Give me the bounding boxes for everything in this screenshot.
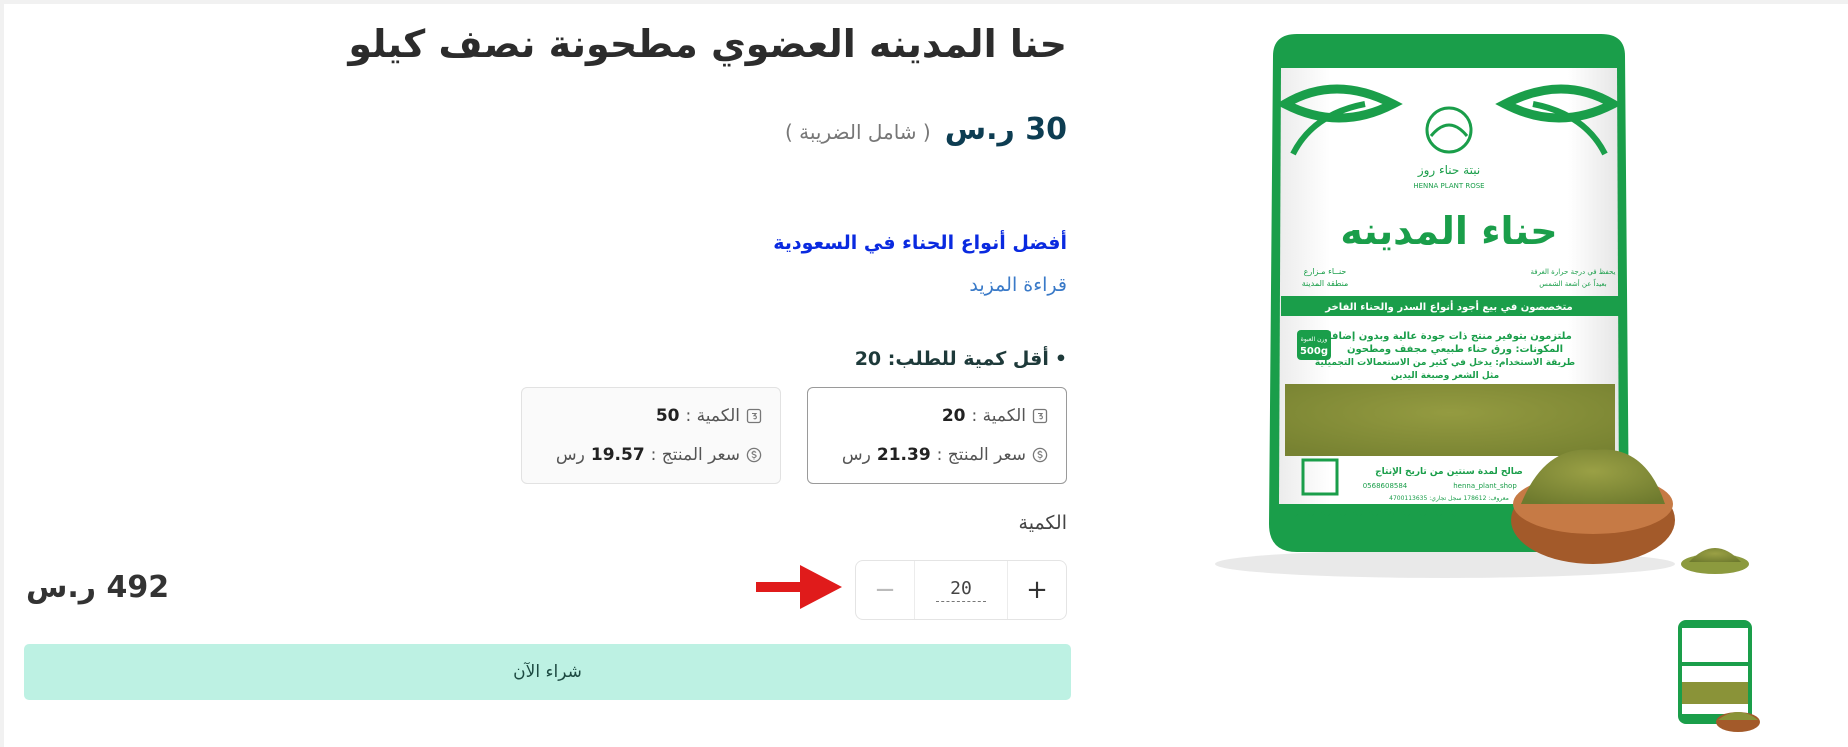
package-brand-ar: نبتة حناء روز: [1417, 163, 1480, 178]
package-desc-1: ملتزمون بتوفير منتج ذات جودة عالية وبدون…: [1318, 331, 1572, 342]
box-icon: [1032, 408, 1048, 424]
min-order-label: أقل كمية للطلب: 20: [854, 348, 1049, 370]
promo-link[interactable]: أفضل أنواع الحناء في السعودية: [773, 232, 1067, 254]
increase-quantity-button[interactable]: +: [1007, 561, 1066, 619]
tier-price-label: سعر المنتج :: [650, 445, 740, 465]
product-page: حنا المدينه العضوي مطحونة نصف كيلو 30 ر.…: [4, 4, 1848, 747]
decrease-quantity-button[interactable]: −: [856, 561, 915, 619]
tier-qty-value: 50: [655, 406, 680, 426]
tier-price-line: سعر المنتج : 19.57 رس: [540, 443, 762, 467]
package-band-text: متخصصون في بيع أجود أنواع السدر والحناء …: [1324, 300, 1572, 313]
package-right-note-1: يحفظ في درجة حرارة الغرفة: [1531, 268, 1616, 276]
tier-currency: رس: [841, 445, 871, 465]
package-phone: 0568608584: [1363, 482, 1408, 490]
tier-qty-label: الكمية :: [685, 406, 741, 426]
package-validity: صالح لمدة سنتين من تاريخ الإنتاج: [1375, 467, 1523, 477]
buy-now-button[interactable]: شراء الآن: [24, 644, 1071, 700]
tax-note: ( شامل الضريبة ): [784, 120, 931, 144]
package-handle: henna_plant_shop: [1453, 482, 1517, 490]
dollar-coin-icon: [746, 447, 762, 463]
package-footer-small: معروف: 178612 سجل تجاري: 4700113635: [1389, 495, 1509, 502]
tier-price-label: سعر المنتج :: [936, 445, 1026, 465]
red-arrow-annotation: [756, 565, 842, 609]
package-desc-4: مثل الشعر وصبغة اليدين: [1391, 371, 1499, 381]
quantity-stepper: + 20 −: [855, 560, 1067, 620]
tier-option-50[interactable]: الكمية : 50 سعر المنتج : 19.57 رس: [521, 387, 781, 484]
product-image[interactable]: نبتة حناء روز HENNA PLANT ROSE حناء المد…: [1125, 4, 1848, 589]
package-product-name: حناء المدينه: [1340, 209, 1557, 253]
package-desc-3: طريقة الاستخدام: يدخل في كثير من الاستعم…: [1315, 358, 1575, 368]
tier-qty-label: الكمية :: [971, 406, 1027, 426]
product-title: حنا المدينه العضوي مطحونة نصف كيلو: [348, 22, 1067, 66]
tier-price-value: 19.57: [590, 445, 645, 465]
total-price: 492 ر.س: [26, 570, 170, 605]
min-order-notice: •أقل كمية للطلب: 20: [855, 348, 1067, 370]
package-left-note-1: حنــاء مـزارع: [1304, 267, 1347, 276]
package-weight: 500g: [1300, 346, 1328, 357]
tier-currency: رس: [555, 445, 585, 465]
price-row: 30 ر.س ( شامل الضريبة ): [785, 112, 1067, 147]
tier-qty-line: الكمية : 50: [540, 404, 762, 428]
quantity-input[interactable]: 20: [936, 578, 986, 602]
quantity-tiers: الكمية : 20 سعر المنتج : 21.39 رس الكمية…: [521, 387, 1067, 484]
tier-qty-line: الكمية : 20: [826, 404, 1048, 428]
tier-price-line: سعر المنتج : 21.39 رس: [826, 443, 1048, 467]
tier-qty-value: 20: [941, 406, 966, 426]
box-icon: [746, 408, 762, 424]
package-right-note-2: بعيداً عن أشعة الشمس: [1539, 278, 1607, 288]
package-desc-2: المكونات: ورق حناء طبيعي مجفف ومطحون: [1347, 344, 1563, 355]
tier-option-20[interactable]: الكمية : 20 سعر المنتج : 21.39 رس: [807, 387, 1067, 484]
tier-price-value: 21.39: [876, 445, 931, 465]
product-thumbnail[interactable]: [1646, 610, 1770, 740]
bullet: •: [1054, 348, 1067, 370]
quantity-label: الكمية: [1018, 512, 1067, 534]
package-brand-en: HENNA PLANT ROSE: [1413, 182, 1484, 190]
read-more-link[interactable]: قراءة المزيد: [969, 274, 1067, 296]
product-price: 30 ر.س: [944, 112, 1067, 147]
dollar-coin-icon: [1032, 447, 1048, 463]
package-left-note-2: منطقة المدينة: [1302, 279, 1349, 288]
